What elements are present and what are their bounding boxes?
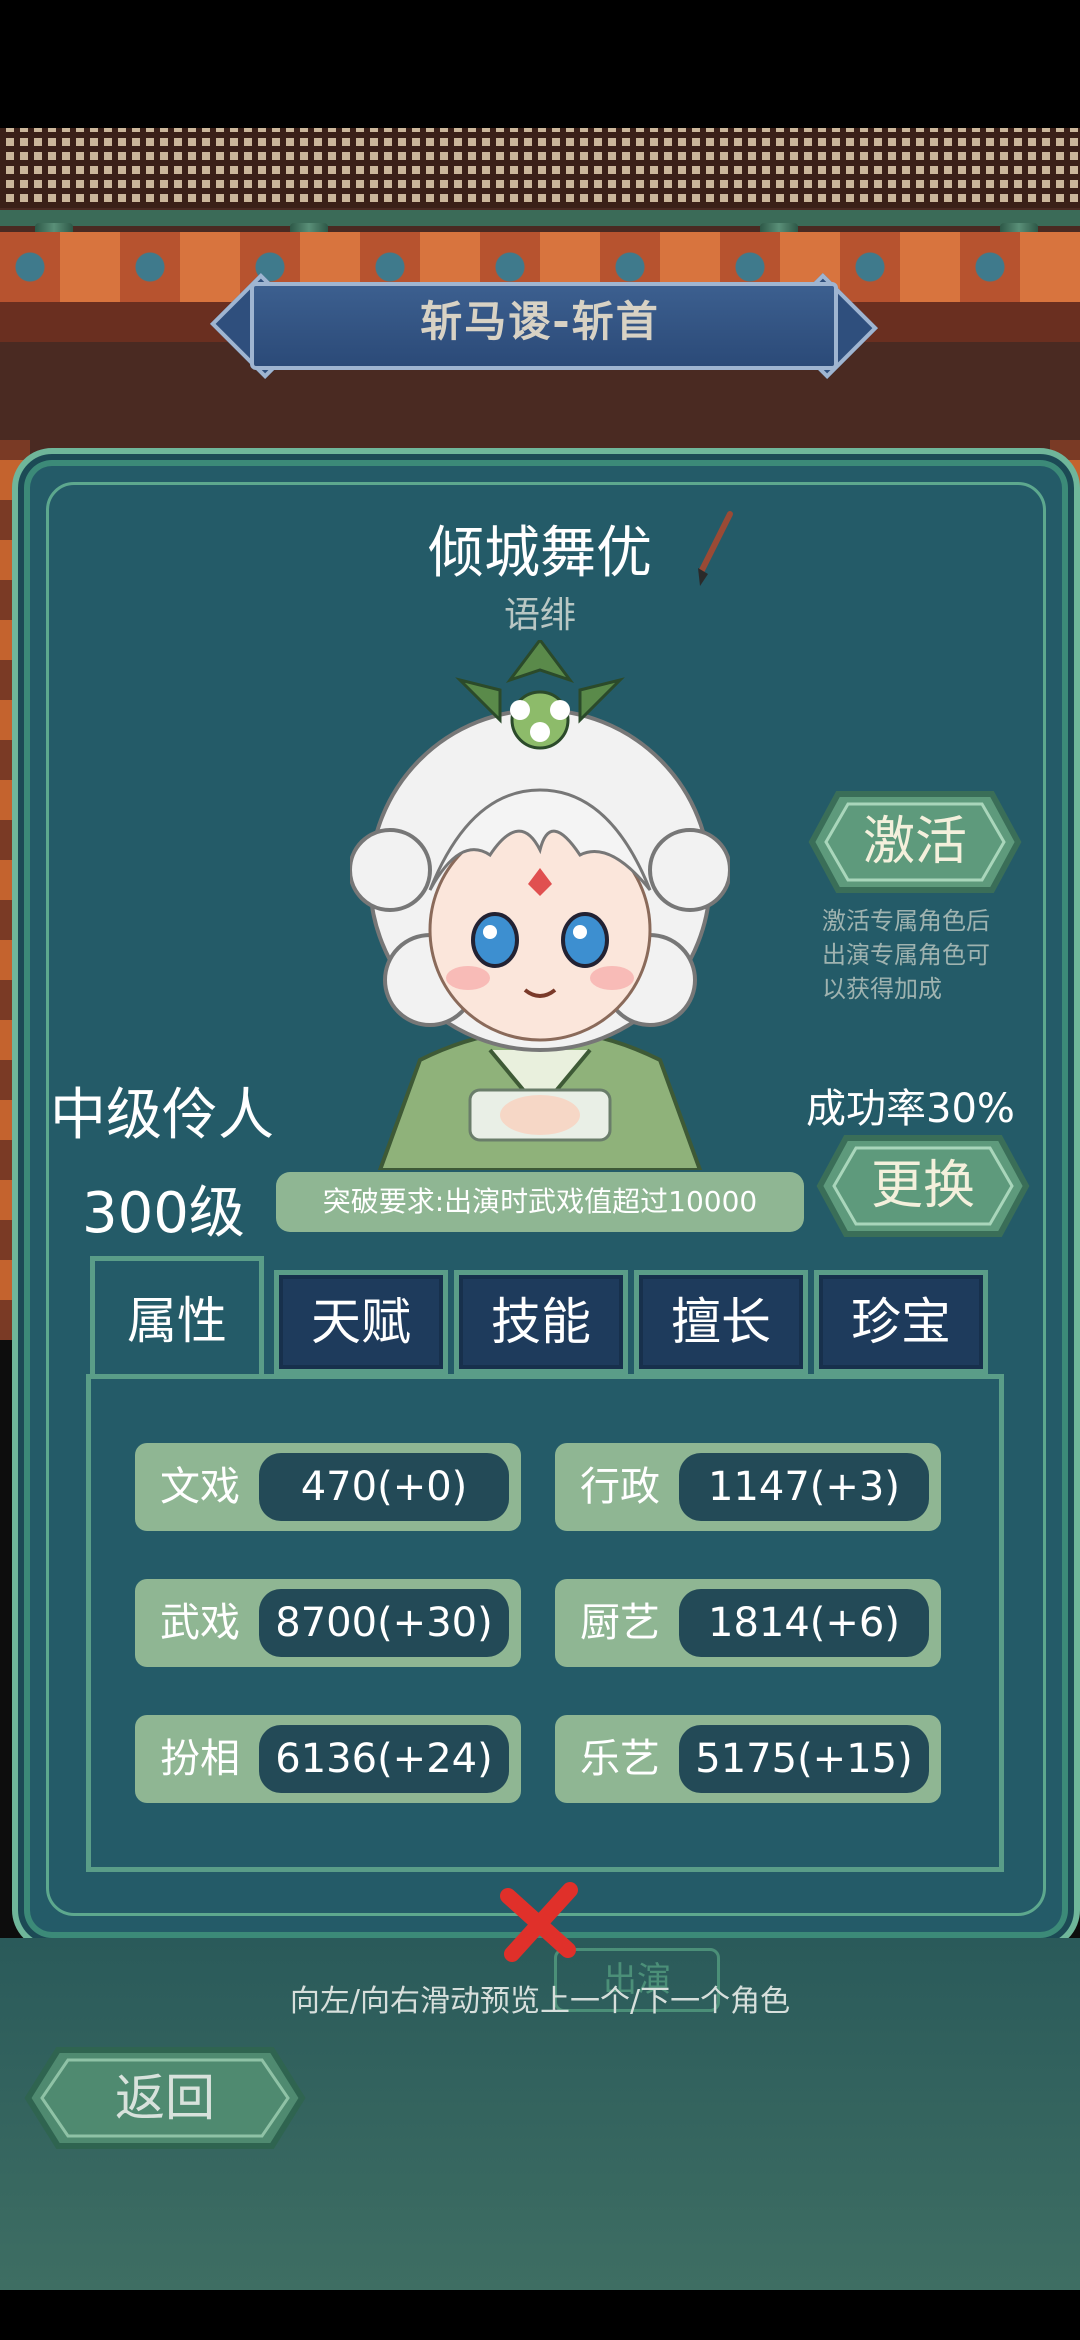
tab-specialty[interactable]: 擅长 [634,1270,808,1374]
stat-label: 文戏 [160,1464,240,1510]
activate-description: 激活专属角色后 出演专属角色可 以获得加成 [822,904,1032,1006]
change-label: 更换 [870,1156,975,1216]
back-button-label-wrap[interactable]: 返回 [24,2046,306,2150]
level-label: 300级 [82,1181,245,1246]
banner-title: 斩马谡-斩首 [420,297,660,346]
character-portrait [350,640,730,1170]
stat-value: 1814(+6) [679,1589,929,1657]
green-beam [0,210,1080,226]
stat-wenxi: 文戏 470(+0) [135,1443,521,1531]
stat-value: 470(+0) [259,1453,509,1521]
lattice-window [0,128,1080,208]
stat-wuxi: 武戏 8700(+30) [135,1579,521,1667]
activate-desc-line: 激活专属角色后 [822,907,990,935]
tab-attributes[interactable]: 属性 [90,1256,264,1385]
close-icon[interactable] [498,1880,582,1964]
activate-desc-line: 出演专属角色可 [822,941,990,969]
character-subname: 语绯 [503,595,576,636]
activate-label: 激活 [862,812,967,872]
stat-value: 5175(+15) [679,1725,929,1793]
stat-chuyi: 厨艺 1814(+6) [555,1579,941,1667]
stat-label: 厨艺 [580,1600,660,1646]
back-label: 返回 [115,2069,215,2127]
activate-button-label-wrap[interactable]: 激活 [808,790,1022,894]
success-rate: 成功率30% [806,1086,1015,1132]
stats-panel: 文戏 470(+0) 行政 1147(+3) 武戏 8700(+30) 厨艺 1… [86,1374,1004,1872]
tab-skills[interactable]: 技能 [454,1270,628,1374]
activate-desc-line: 以获得加成 [822,975,942,1003]
swipe-hint: 向左/向右滑动预览上一个/下一个角色 [289,1984,791,2019]
stat-label: 武戏 [160,1600,240,1646]
stat-value: 1147(+3) [679,1453,929,1521]
stat-value: 8700(+30) [259,1589,509,1657]
game-screen: 斩马谡-斩首 倾城舞优 语绯 激活 激活专属角色后 出演专属角色可 以获得加成 … [0,0,1080,2340]
stat-yueyi: 乐艺 5175(+15) [555,1715,941,1803]
tab-talent[interactable]: 天赋 [274,1270,448,1374]
brush-icon[interactable] [688,508,738,588]
stat-banxiang: 扮相 6136(+24) [135,1715,521,1803]
tab-bar: 属性 天赋 技能 擅长 珍宝 [90,1256,990,1385]
stat-label: 行政 [580,1464,660,1510]
character-name: 倾城舞优 [428,521,652,586]
stat-label: 扮相 [160,1736,240,1782]
stat-xingzheng: 行政 1147(+3) [555,1443,941,1531]
breakthrough-requirement: 突破要求:出演时武戏值超过10000 [276,1172,804,1232]
change-button-label-wrap[interactable]: 更换 [816,1134,1030,1238]
stat-label: 乐艺 [580,1736,660,1782]
nav-bar-area [0,2290,1080,2340]
rank-title: 中级伶人 [50,1083,274,1148]
stage-banner: 斩马谡-斩首 [209,272,879,380]
status-bar-area [0,0,1080,128]
stat-value: 6136(+24) [259,1725,509,1793]
tab-treasure[interactable]: 珍宝 [814,1270,988,1374]
